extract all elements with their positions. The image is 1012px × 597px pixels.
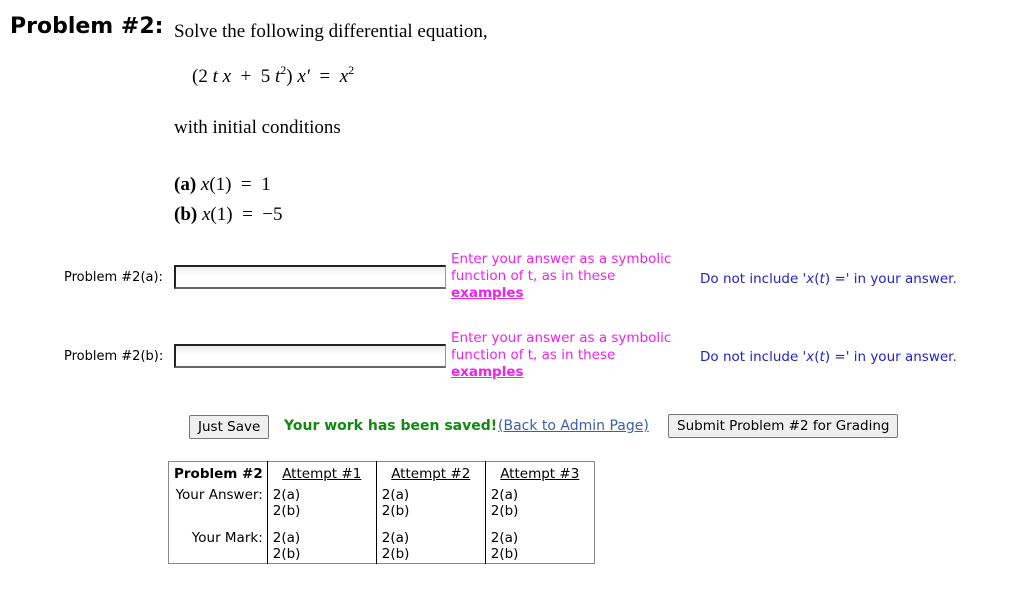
back-to-admin-link[interactable]: (Back to Admin Page) <box>498 418 649 434</box>
initial-conditions-label: with initial conditions <box>174 117 341 138</box>
answer-a-label: Problem #2(a): <box>64 270 163 285</box>
examples-link[interactable]: examples <box>451 285 524 301</box>
note-text: Do not include ' <box>700 271 807 287</box>
answer-b-input[interactable] <box>174 344 446 368</box>
table-cell: 2(a) 2(b) <box>266 520 377 564</box>
answer-a-input[interactable] <box>174 265 446 289</box>
submit-for-grading-button[interactable]: Submit Problem #2 for Grading <box>668 414 899 438</box>
condition-eq: = <box>241 174 252 195</box>
condition-value: 1 <box>261 174 271 195</box>
condition-label: (b) <box>174 204 198 225</box>
condition-arg: (1) <box>209 174 232 195</box>
eq-part: = <box>319 66 331 87</box>
examples-link[interactable]: examples <box>451 364 524 380</box>
eq-part: + <box>240 66 252 87</box>
answer-b-label: Problem #2(b): <box>64 349 164 364</box>
condition-label: (a) <box>174 174 197 195</box>
eq-part: x′ <box>297 66 310 87</box>
table-header-row: Problem #2 Attempt #1 Attempt #2 Attempt… <box>169 461 595 486</box>
attempts-table: Problem #2 Attempt #1 Attempt #2 Attempt… <box>168 461 595 564</box>
row-label: Your Answer: <box>175 487 263 503</box>
problem-intro: Solve the following differential equatio… <box>174 21 488 42</box>
condition-arg: (1) <box>210 204 233 225</box>
answer-a-hint: Enter your answer as a symbolic function… <box>451 251 691 302</box>
table-header-problem: Problem #2 <box>174 466 263 482</box>
condition-eq: = <box>242 204 253 225</box>
condition-a: (a) x(1) = 1 <box>174 174 271 196</box>
differential-equation: (2 t x + 5 t2) x′ = x2 <box>192 63 355 88</box>
table-row: Your Answer: 2(a) 2(b) 2(a) 2(b) 2(a) 2(b) <box>169 486 595 520</box>
eq-part: x <box>339 66 349 87</box>
cell-line: 2(a) <box>272 530 301 546</box>
eq-part: t <box>212 66 218 87</box>
table-cell: 2(a) 2(b) <box>484 520 595 564</box>
note-text: ) =' in your answer. <box>824 349 957 365</box>
cell-line: 2(a) <box>272 487 301 503</box>
cell-line: 2(a) <box>490 530 519 546</box>
eq-part: ) <box>286 66 293 87</box>
cell-line: 2(a) <box>490 487 519 503</box>
cell-line: 2(b) <box>490 503 519 519</box>
attempt-1-link[interactable]: Attempt #1 <box>282 466 361 482</box>
hint-text: Enter your answer as a symbolic function… <box>451 251 672 284</box>
table-cell: 2(a) 2(b) <box>375 520 486 564</box>
cell-line: 2(b) <box>490 546 519 562</box>
eq-exponent: 2 <box>348 63 355 77</box>
eq-part: 5 <box>260 66 271 87</box>
eq-part: (2 <box>192 66 208 87</box>
attempt-2-link[interactable]: Attempt #2 <box>391 466 470 482</box>
cell-line: 2(a) <box>381 487 410 503</box>
hint-text: Enter your answer as a symbolic function… <box>451 330 672 363</box>
condition-value: −5 <box>262 204 283 225</box>
saved-message: Your work has been saved! <box>284 418 498 434</box>
cell-line: 2(b) <box>272 546 301 562</box>
table-header-attempt: Attempt #3 <box>484 461 595 486</box>
table-cell: 2(a) 2(b) <box>484 486 595 520</box>
answer-a-note: Do not include 'x(t) =' in your answer. <box>700 271 957 287</box>
row-label: Your Mark: <box>191 530 263 546</box>
table-row: Your Mark: 2(a) 2(b) 2(a) 2(b) 2(a) 2(b) <box>169 520 595 564</box>
note-text: Do not include ' <box>700 349 807 365</box>
answer-b-note: Do not include 'x(t) =' in your answer. <box>700 349 957 365</box>
cell-line: 2(b) <box>272 503 301 519</box>
just-save-button[interactable]: Just Save <box>189 415 270 439</box>
table-cell: 2(a) 2(b) <box>375 486 486 520</box>
problem-title: Problem #2: <box>10 14 164 39</box>
cell-line: 2(b) <box>381 503 410 519</box>
table-header-attempt: Attempt #1 <box>266 461 377 486</box>
table-cell: 2(a) 2(b) <box>266 486 377 520</box>
cell-line: 2(b) <box>381 546 410 562</box>
attempt-3-link[interactable]: Attempt #3 <box>500 466 579 482</box>
eq-part: x <box>222 66 232 87</box>
note-text: ) =' in your answer. <box>824 271 957 287</box>
answer-b-hint: Enter your answer as a symbolic function… <box>451 330 691 381</box>
cell-line: 2(a) <box>381 530 410 546</box>
table-header-attempt: Attempt #2 <box>375 461 486 486</box>
condition-b: (b) x(1) = −5 <box>174 204 283 226</box>
